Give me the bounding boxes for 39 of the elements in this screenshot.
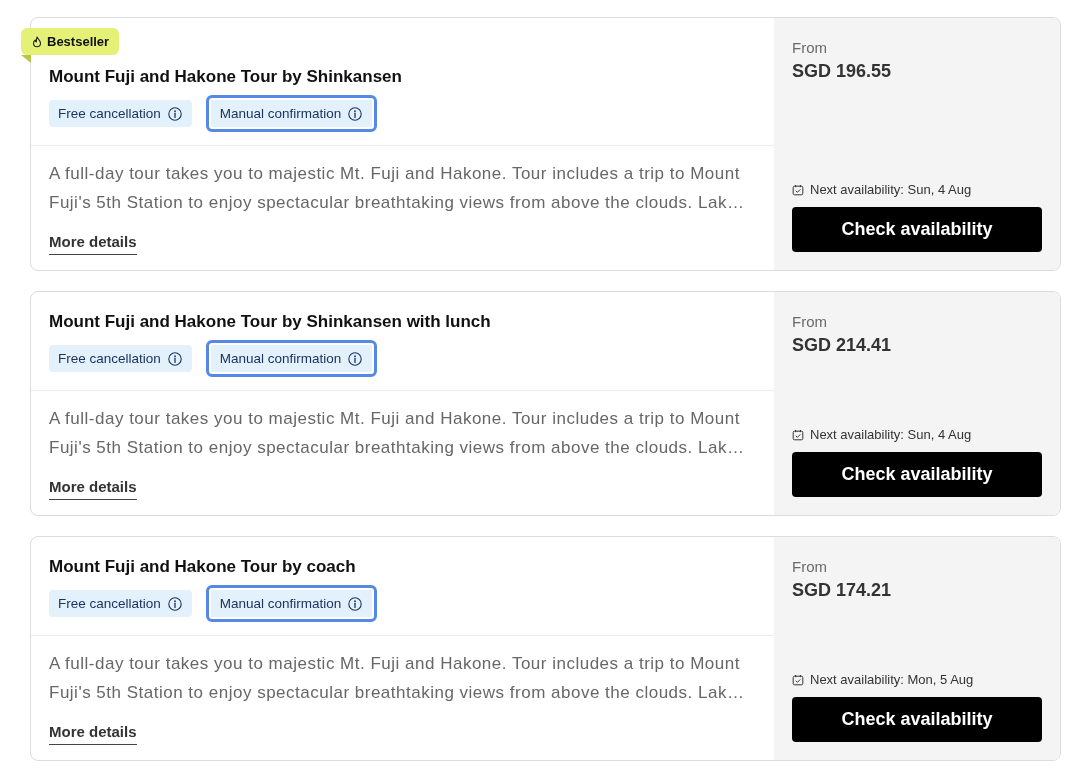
next-availability: Next availability: Sun, 4 Aug xyxy=(810,427,972,442)
calendar-check-icon xyxy=(792,428,804,441)
flame-icon xyxy=(31,35,43,48)
check-availability-button[interactable]: Check availability xyxy=(792,697,1042,742)
tour-description: A full-day tour takes you to majestic Mt. Fuji and Hakone. Tour includes a trip to Mount Fuji's 5th Station to enjoy spectacular breathtaking views from above the clouds. Lak… xyxy=(49,653,746,704)
tag-label: Manual confirmation xyxy=(219,350,342,368)
price-label: From xyxy=(792,557,828,577)
price: SGD 214.41 xyxy=(792,334,893,357)
tag-label: Manual confirmation xyxy=(219,595,342,613)
more-details-link[interactable]: More details xyxy=(49,232,137,255)
calendar-check-icon xyxy=(792,183,804,196)
tag-label: Manual confirmation xyxy=(219,105,342,123)
check-availability-button[interactable]: Check availability xyxy=(792,452,1042,497)
price: SGD 174.21 xyxy=(792,579,893,602)
price-label: From xyxy=(792,38,828,58)
info-icon[interactable] xyxy=(167,351,182,366)
tour-description: A full-day tour takes you to majestic Mt. Fuji and Hakone. Tour includes a trip to Mount Fuji's 5th Station to enjoy spectacular breathtaking views from above the clouds. Lak… xyxy=(49,408,746,459)
check-availability-button[interactable]: Check availability xyxy=(792,207,1042,252)
badge-label: Bestseller xyxy=(47,34,110,49)
info-icon[interactable] xyxy=(348,596,363,611)
ribbon-fold xyxy=(21,55,31,63)
tag-label: Free cancellation xyxy=(58,350,161,368)
more-details-link[interactable]: More details xyxy=(49,477,137,500)
tour-description: A full-day tour takes you to majestic Mt. Fuji and Hakone. Tour includes a trip to Mount Fuji's 5th Station to enjoy spectacular breathtaking views from above the clouds. Lak… xyxy=(49,163,746,214)
tour-title: Mount Fuji and Hakone Tour by coach xyxy=(49,556,357,578)
next-availability: Next availability: Mon, 5 Aug xyxy=(810,672,974,687)
info-icon[interactable] xyxy=(167,106,182,121)
price: SGD 196.55 xyxy=(792,60,893,83)
calendar-check-icon xyxy=(792,673,804,686)
more-details-link[interactable]: More details xyxy=(49,722,137,745)
price-label: From xyxy=(792,312,828,332)
tour-title: Mount Fuji and Hakone Tour by Shinkansen xyxy=(49,66,403,88)
info-icon[interactable] xyxy=(167,596,182,611)
info-icon[interactable] xyxy=(348,351,363,366)
tag-label: Free cancellation xyxy=(58,595,161,613)
tag-label: Free cancellation xyxy=(58,105,161,123)
next-availability: Next availability: Sun, 4 Aug xyxy=(810,182,972,197)
tour-title: Mount Fuji and Hakone Tour by Shinkansen with lunch xyxy=(49,311,492,333)
info-icon[interactable] xyxy=(348,106,363,121)
